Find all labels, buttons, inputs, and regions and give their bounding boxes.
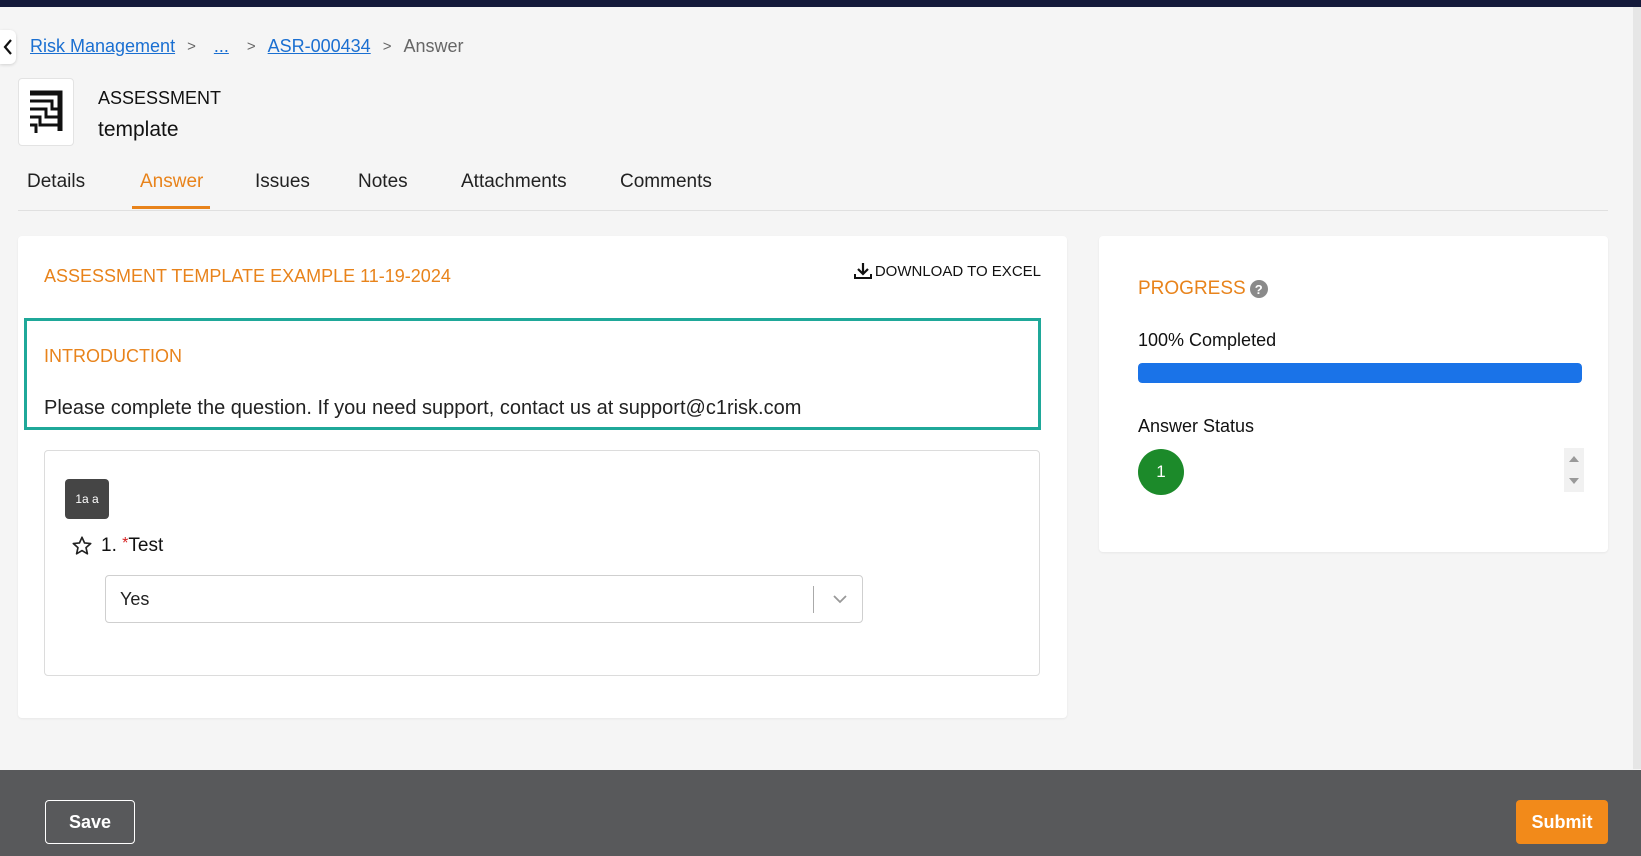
download-label: DOWNLOAD TO EXCEL xyxy=(874,262,1041,280)
action-footer: Save Submit xyxy=(0,770,1641,856)
tab-answer[interactable]: Answer xyxy=(140,171,203,193)
progress-title-text: PROGRESS xyxy=(1138,278,1246,299)
question-text: Test xyxy=(128,535,164,556)
star-outline-icon[interactable] xyxy=(71,535,93,557)
record-logo xyxy=(18,78,74,146)
answer-status-label: Answer Status xyxy=(1138,416,1255,436)
progress-bar xyxy=(1138,363,1582,383)
back-button[interactable] xyxy=(0,30,16,64)
answer-select-value: Yes xyxy=(120,589,150,609)
breadcrumb-link-risk-management[interactable]: Risk Management xyxy=(30,36,175,57)
chevron-down-icon[interactable] xyxy=(832,591,848,607)
progress-bar-fill xyxy=(1138,363,1582,383)
top-bar xyxy=(0,0,1641,7)
breadcrumb-separator: > xyxy=(246,37,256,55)
completed-label: 100% Completed xyxy=(1138,330,1277,350)
breadcrumb-separator: > xyxy=(187,37,196,55)
question-number: 1. xyxy=(101,535,117,556)
introduction-text: Please complete the question. If you nee… xyxy=(44,397,802,419)
download-excel-button[interactable]: DOWNLOAD TO EXCEL xyxy=(853,262,1041,280)
introduction-section: INTRODUCTION Please complete the questio… xyxy=(24,318,1041,430)
scroll-up-icon[interactable] xyxy=(1569,456,1579,462)
answer-select[interactable]: Yes xyxy=(105,575,863,623)
tab-details[interactable]: Details xyxy=(27,171,85,193)
help-icon[interactable]: ? xyxy=(1249,280,1268,298)
status-scrollbar[interactable] xyxy=(1564,448,1584,492)
breadcrumb-separator: > xyxy=(382,37,392,55)
breadcrumb-link-ellipsis[interactable]: ... xyxy=(214,36,229,57)
answer-status-count[interactable]: 1 xyxy=(1138,449,1184,495)
select-divider xyxy=(813,586,814,613)
download-icon xyxy=(853,263,872,279)
record-name: template xyxy=(98,118,179,141)
question-label: 1. *Test xyxy=(101,535,163,557)
question-badge: 1a a xyxy=(65,479,109,519)
active-tab-indicator xyxy=(132,206,210,209)
breadcrumb: Risk Management > ... > ASR-000434 > Ans… xyxy=(30,34,464,58)
tab-issues[interactable]: Issues xyxy=(255,171,310,193)
tab-bar: Details Answer Issues Notes Attachments … xyxy=(18,160,1608,211)
scroll-down-icon[interactable] xyxy=(1569,478,1579,484)
assessment-logo-icon xyxy=(28,89,64,135)
tab-comments[interactable]: Comments xyxy=(620,171,712,193)
breadcrumb-current: Answer xyxy=(403,35,464,56)
answer-panel: ASSESSMENT TEMPLATE EXAMPLE 11-19-2024 D… xyxy=(18,236,1067,718)
breadcrumb-link-record[interactable]: ASR-000434 xyxy=(268,36,371,57)
question-card: 1a a 1. *Test Yes xyxy=(44,450,1040,676)
progress-panel: PROGRESS ? 100% Completed Answer Status … xyxy=(1099,236,1608,552)
record-type: ASSESSMENT xyxy=(98,88,222,108)
tab-notes[interactable]: Notes xyxy=(358,171,408,193)
tab-attachments[interactable]: Attachments xyxy=(461,171,567,193)
save-button[interactable]: Save xyxy=(45,800,135,844)
submit-button[interactable]: Submit xyxy=(1516,800,1608,844)
back-chevron-icon xyxy=(3,39,12,55)
introduction-title: INTRODUCTION xyxy=(44,346,182,366)
page-scrollbar[interactable] xyxy=(1633,7,1641,769)
assessment-title: ASSESSMENT TEMPLATE EXAMPLE 11-19-2024 xyxy=(44,266,451,286)
progress-title: PROGRESS ? xyxy=(1138,278,1268,300)
